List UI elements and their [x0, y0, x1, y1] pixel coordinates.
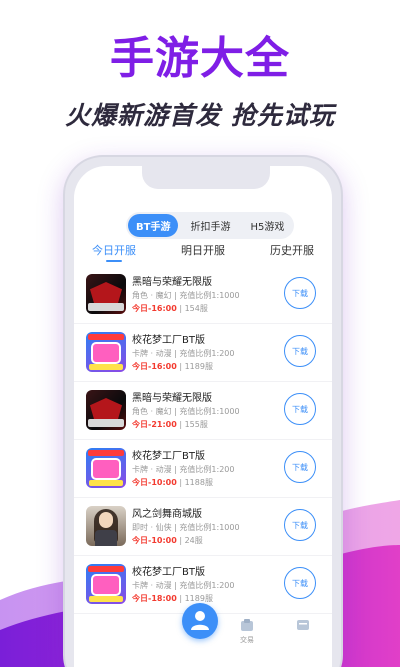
- tabbar-trade-label: 交易: [240, 636, 254, 644]
- active-tab-indicator: [106, 260, 122, 262]
- game-meta: 卡牌 · 动漫 | 充值比例1:200: [132, 581, 235, 590]
- school-girl-game-icon: [86, 448, 126, 488]
- segment-discount-games[interactable]: 折扣手游: [182, 214, 238, 237]
- phone-notch: [142, 166, 270, 189]
- download-button[interactable]: 下载: [284, 567, 316, 599]
- dark-glory-game-icon: [86, 390, 126, 430]
- open-time: 今日-10:00: [132, 536, 177, 545]
- game-open-info: 今日-16:00 | 154服: [132, 304, 208, 313]
- game-name: 校花梦工厂BT版: [132, 567, 205, 578]
- list-item[interactable]: 黑暗与荣耀无限版 角色 · 魔幻 | 充值比例1:1000 今日-21:00 |…: [74, 382, 332, 440]
- game-name: 风之剑舞商城版: [132, 509, 202, 520]
- list-item[interactable]: 校花梦工厂BT版 卡牌 · 动漫 | 充值比例1:200 今日-16:00 | …: [74, 324, 332, 382]
- download-button[interactable]: 下载: [284, 335, 316, 367]
- user-icon: [191, 611, 209, 630]
- trade-icon[interactable]: [240, 618, 254, 632]
- server-open-tabs: 今日开服 明日开服 历史开服: [74, 240, 332, 266]
- phone-mockup: BT手游 折扣手游 H5游戏 今日开服 明日开服 历史开服 黑暗与荣耀无限版 角…: [63, 155, 343, 667]
- game-name: 校花梦工厂BT版: [132, 451, 205, 462]
- list-item[interactable]: 校花梦工厂BT版 卡牌 · 动漫 | 充值比例1:200 今日-10:00 | …: [74, 440, 332, 498]
- hero-subtitle: 火爆新游首发 抢先试玩: [65, 101, 335, 130]
- game-open-info: 今日-21:00 | 155服: [132, 420, 208, 429]
- profile-avatar-button[interactable]: [182, 603, 218, 639]
- server-number: 1189服: [184, 362, 213, 371]
- bottom-tabbar: 交易: [74, 598, 332, 658]
- server-number: 155服: [184, 420, 208, 429]
- game-meta: 卡牌 · 动漫 | 充值比例1:200: [132, 349, 235, 358]
- wind-sword-game-icon: [86, 506, 126, 546]
- game-meta: 卡牌 · 动漫 | 充值比例1:200: [132, 465, 235, 474]
- game-meta: 角色 · 魔幻 | 充值比例1:1000: [132, 291, 240, 300]
- server-number: 24服: [184, 536, 203, 545]
- game-meta: 即时 · 仙侠 | 充值比例1:1000: [132, 523, 240, 532]
- open-time: 今日-21:00: [132, 420, 177, 429]
- game-name: 黑暗与荣耀无限版: [132, 393, 212, 404]
- segment-bt-games[interactable]: BT手游: [128, 214, 179, 237]
- school-girl-game-icon: [86, 332, 126, 372]
- download-button[interactable]: 下载: [284, 509, 316, 541]
- list-item[interactable]: 风之剑舞商城版 即时 · 仙侠 | 充值比例1:1000 今日-10:00 | …: [74, 498, 332, 556]
- game-list: 黑暗与荣耀无限版 角色 · 魔幻 | 充值比例1:1000 今日-16:00 |…: [74, 266, 332, 614]
- server-number: 1188服: [184, 478, 213, 487]
- game-open-info: 今日-16:00 | 1189服: [132, 362, 213, 371]
- phone-screen: BT手游 折扣手游 H5游戏 今日开服 明日开服 历史开服 黑暗与荣耀无限版 角…: [74, 166, 332, 667]
- hero-title: 手游大全: [110, 33, 290, 84]
- download-button[interactable]: 下载: [284, 277, 316, 309]
- list-item[interactable]: 黑暗与荣耀无限版 角色 · 魔幻 | 充值比例1:1000 今日-16:00 |…: [74, 266, 332, 324]
- tab-today-open[interactable]: 今日开服: [92, 242, 136, 258]
- game-open-info: 今日-10:00 | 24服: [132, 536, 203, 545]
- server-number: 154服: [184, 304, 208, 313]
- tab-history-open[interactable]: 历史开服: [270, 242, 314, 258]
- game-name: 校花梦工厂BT版: [132, 335, 205, 346]
- tab-tomorrow-open[interactable]: 明日开服: [181, 242, 225, 258]
- game-open-info: 今日-10:00 | 1188服: [132, 478, 213, 487]
- segment-h5-games[interactable]: H5游戏: [242, 214, 292, 237]
- open-time: 今日-16:00: [132, 304, 177, 313]
- game-meta: 角色 · 魔幻 | 充值比例1:1000: [132, 407, 240, 416]
- game-type-segment: BT手游 折扣手游 H5游戏: [126, 212, 295, 239]
- message-icon[interactable]: [296, 618, 310, 632]
- game-name: 黑暗与荣耀无限版: [132, 277, 212, 288]
- open-time: 今日-16:00: [132, 362, 177, 371]
- download-button[interactable]: 下载: [284, 393, 316, 425]
- open-time: 今日-10:00: [132, 478, 177, 487]
- download-button[interactable]: 下载: [284, 451, 316, 483]
- dark-glory-game-icon: [86, 274, 126, 314]
